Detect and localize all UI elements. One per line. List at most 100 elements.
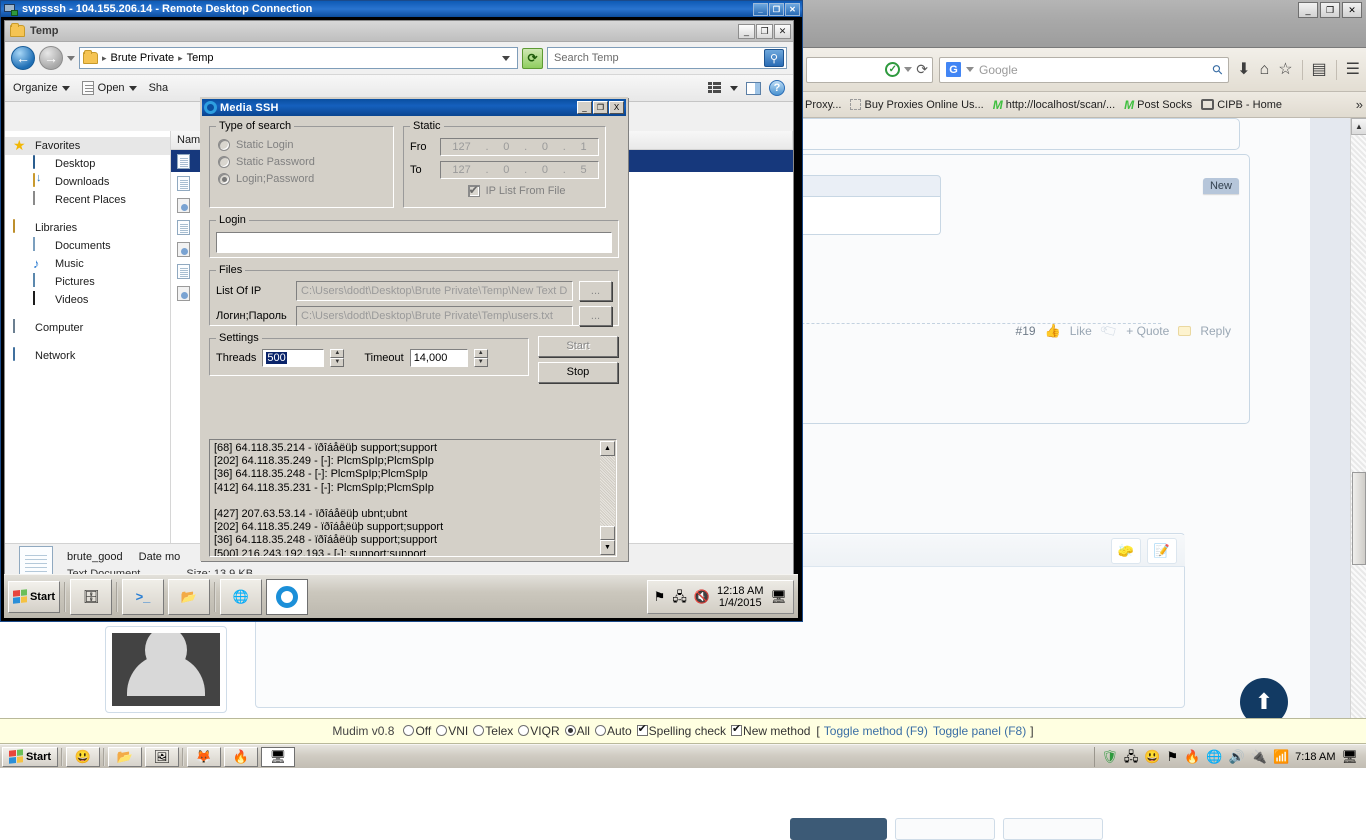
scrollbar-thumb[interactable] xyxy=(1352,472,1366,565)
search-icon[interactable]: ⚲ xyxy=(1208,60,1226,78)
host-taskbar-item-flame[interactable]: 🔥 xyxy=(224,746,258,767)
browser-restore-button[interactable]: ❐ xyxy=(1320,2,1340,18)
reply-bubble-icon[interactable] xyxy=(1178,326,1192,336)
breadcrumb-item-brute-private[interactable]: Brute Private xyxy=(111,52,175,64)
log-output[interactable]: [68] 64.118.35.214 - ïðîáåëüþ support;su… xyxy=(209,439,617,557)
network-icon[interactable]: 🖧 xyxy=(672,590,687,603)
bookmark-item-post-socks[interactable]: M Post Socks xyxy=(1121,96,1195,114)
rdp-restore-button[interactable]: ❐ xyxy=(769,2,784,16)
log-vertical-scrollbar[interactable]: ▲ ▼ xyxy=(600,441,615,555)
mudim-mode-vni[interactable]: VNI xyxy=(431,724,468,738)
sidebar-item-network[interactable]: Network xyxy=(5,347,170,365)
checkbox-icon[interactable] xyxy=(467,183,480,197)
remote-start-button[interactable]: Start xyxy=(8,580,60,613)
from-ip-input[interactable]: 127. 0. 0. 1 xyxy=(440,138,599,156)
browser-close-button[interactable]: ✕ xyxy=(1342,2,1362,18)
home-icon[interactable]: ⌂ xyxy=(1260,61,1270,78)
sidebar-item-pictures[interactable]: Pictures xyxy=(5,273,170,291)
volume-muted-icon[interactable]: 🔇 xyxy=(694,590,710,603)
explorer-titlebar[interactable]: Temp _ ❐ ✕ xyxy=(5,21,793,42)
sidebar-item-videos[interactable]: Videos xyxy=(5,291,170,309)
breadcrumb[interactable]: ▸ Brute Private ▸ Temp xyxy=(79,47,518,69)
sidebar-item-downloads[interactable]: Downloads xyxy=(5,173,170,191)
media-ssh-minimize-button[interactable]: _ xyxy=(577,101,592,114)
sidebar-item-favorites[interactable]: ★ Favorites xyxy=(5,137,170,155)
radio-icon[interactable] xyxy=(518,725,530,736)
host-taskbar-item-firefox[interactable]: 🦊 xyxy=(187,746,221,767)
start-button[interactable]: Start xyxy=(538,336,618,357)
sidebar-item-music[interactable]: ♪ Music xyxy=(5,255,170,273)
host-taskbar-item-media-player[interactable]: 🖼 xyxy=(145,746,179,767)
taskbar-item-media-ssh[interactable] xyxy=(266,578,308,615)
radio-icon[interactable] xyxy=(594,725,606,736)
checkbox-icon[interactable] xyxy=(731,722,743,736)
taskbar-item-explorer[interactable]: 📂 xyxy=(168,578,210,615)
mudim-mode-all[interactable]: All xyxy=(560,724,590,738)
bookmarks-overflow-button[interactable]: » xyxy=(1356,97,1363,112)
radio-static-password[interactable]: Static Password xyxy=(218,156,387,168)
radio-icon[interactable] xyxy=(218,156,230,168)
open-button[interactable]: Open xyxy=(81,81,137,95)
network-add-icon[interactable]: 🖧 xyxy=(1124,750,1139,763)
hamburger-menu-icon[interactable]: ☰ xyxy=(1346,61,1360,78)
mudim-new-method[interactable]: New method xyxy=(726,722,810,738)
browser-vertical-scrollbar[interactable]: ▲ xyxy=(1350,118,1366,720)
quote-button[interactable]: + Quote xyxy=(1126,324,1169,338)
post-reply-button[interactable] xyxy=(790,818,887,840)
media-ssh-restore-button[interactable]: ❐ xyxy=(593,101,608,114)
explorer-close-button[interactable]: ✕ xyxy=(774,23,791,39)
chevron-down-icon[interactable] xyxy=(730,85,738,91)
show-desktop-icon[interactable]: 🖥 xyxy=(770,590,787,603)
bookmark-item-buy-proxies[interactable]: Buy Proxies Online Us... xyxy=(847,97,986,113)
radio-icon[interactable] xyxy=(436,725,448,736)
organize-button[interactable]: Organize xyxy=(13,82,70,94)
stop-button[interactable]: Stop xyxy=(538,362,618,383)
search-bar[interactable]: G Google ⚲ xyxy=(939,56,1230,83)
preview-pane-icon[interactable] xyxy=(746,81,761,95)
scroll-down-button[interactable]: ▼ xyxy=(600,540,615,555)
taskbar-item-server-manager[interactable]: 🗄 xyxy=(70,578,112,615)
mudim-spelling-check[interactable]: Spelling check xyxy=(632,722,726,738)
bookmark-star-icon[interactable]: ☆ xyxy=(1278,61,1292,78)
search-input[interactable]: Google xyxy=(979,63,1208,77)
signal-error-icon[interactable]: 📶 xyxy=(1273,750,1289,763)
credentials-input[interactable]: C:\Users\dodt\Desktop\Brute Private\Temp… xyxy=(296,306,573,326)
radio-icon[interactable] xyxy=(564,725,576,736)
search-input[interactable]: Search Temp ⚲ xyxy=(547,47,787,69)
radio-login-password[interactable]: Login;Password xyxy=(218,173,387,185)
sidebar-item-desktop[interactable]: Desktop xyxy=(5,155,170,173)
browser-minimize-button[interactable]: _ xyxy=(1298,2,1318,18)
like-button[interactable]: Like xyxy=(1070,324,1092,338)
threads-input[interactable]: 500 xyxy=(262,349,325,367)
reload-icon[interactable]: ⟳ xyxy=(916,61,928,78)
list-of-ip-input[interactable]: C:\Users\dodt\Desktop\Brute Private\Temp… xyxy=(296,281,573,301)
scroll-up-button[interactable]: ▲ xyxy=(1351,118,1366,135)
flag-icon[interactable]: ⚑ xyxy=(654,590,666,603)
shield-icon[interactable]: 🛡 xyxy=(1101,750,1118,763)
quote-tag-icon[interactable]: 🏷 xyxy=(1098,320,1120,342)
forward-arrow-icon[interactable]: → xyxy=(39,46,63,70)
reply-button[interactable]: Reply xyxy=(1200,324,1231,338)
threads-stepper[interactable]: ▲ ▼ xyxy=(330,349,345,367)
volume-icon[interactable]: 🔊 xyxy=(1229,750,1245,763)
mudim-mode-telex[interactable]: Telex xyxy=(468,724,513,738)
mudim-mode-off[interactable]: Off xyxy=(398,724,431,738)
radio-icon[interactable] xyxy=(473,725,485,736)
help-icon[interactable]: ? xyxy=(769,80,785,96)
sidebar-item-computer[interactable]: Computer xyxy=(5,319,170,337)
host-taskbar-item-yahoo-messenger[interactable]: 😃 xyxy=(66,746,100,767)
preview-button[interactable] xyxy=(1003,818,1103,840)
breadcrumb-item-temp[interactable]: Temp xyxy=(187,52,214,64)
taskbar-item-powershell[interactable]: >_ xyxy=(122,578,164,615)
clock[interactable]: 7:18 AM xyxy=(1295,751,1335,763)
reader-icon[interactable]: ▤ xyxy=(1312,61,1327,78)
ip-list-from-file-row[interactable]: IP List From File xyxy=(410,183,599,197)
ie-icon[interactable]: 🌐 xyxy=(1206,750,1222,763)
media-ssh-close-button[interactable]: X xyxy=(609,101,624,114)
chevron-down-icon[interactable] xyxy=(966,67,974,72)
host-start-button[interactable]: Start xyxy=(2,746,58,767)
radio-static-login[interactable]: Static Login xyxy=(218,139,387,151)
more-options-button[interactable] xyxy=(895,818,995,840)
mudim-mode-auto[interactable]: Auto xyxy=(590,724,632,738)
bookmark-item-localhost-scan[interactable]: M http://localhost/scan/... xyxy=(990,96,1118,114)
